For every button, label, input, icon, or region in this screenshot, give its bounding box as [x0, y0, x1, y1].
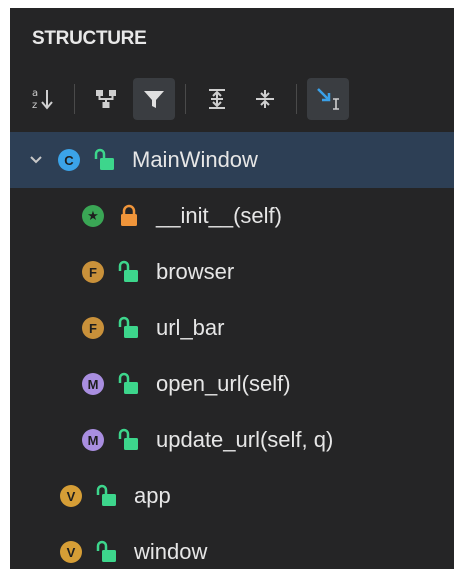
expand-all-button[interactable]: [196, 78, 238, 120]
tree-item[interactable]: Vapp: [10, 468, 454, 524]
tree-item-label: MainWindow: [132, 147, 258, 172]
tree-item-label: url_bar: [156, 315, 225, 340]
tree-item-label: update_url(self, q): [156, 427, 334, 452]
tree-item[interactable]: C MainWindow: [10, 132, 454, 188]
kind-badge-icon: V: [60, 541, 82, 563]
kind-badge-icon: F: [82, 317, 104, 339]
autoscroll-from-source-icon: [317, 88, 339, 110]
tree-item-label: app: [134, 483, 171, 508]
unlocked-icon: [118, 316, 138, 338]
kind-badge-icon: F: [82, 261, 104, 283]
tree-item-label: __init__(self): [156, 203, 282, 228]
panel-title-bar: STRUCTURE: [10, 8, 454, 70]
unlocked-icon: [118, 260, 138, 282]
unlocked-icon: [118, 428, 138, 450]
toolbar-separator: [296, 84, 297, 114]
unlocked-icon: [118, 372, 138, 394]
structure-tree: C MainWindow ★ __init__(self) Fbrowser Furl_b…: [10, 132, 454, 569]
tree-item-label: open_url(self): [156, 371, 291, 396]
tree-item-label: browser: [156, 259, 235, 284]
kind-badge-icon: ★: [82, 205, 104, 227]
kind-badge-icon: M: [82, 429, 104, 451]
tree-item[interactable]: Fbrowser: [10, 244, 454, 300]
kind-badge-icon: V: [60, 485, 82, 507]
tree-item-label: window: [134, 539, 208, 564]
unlocked-icon: [96, 540, 116, 562]
hierarchy-icon: [96, 90, 116, 108]
tree-item[interactable]: Mupdate_url(self, q): [10, 412, 454, 468]
expand-all-icon: [209, 89, 225, 109]
toolbar-separator: [185, 84, 186, 114]
tree-item[interactable]: Furl_bar: [10, 300, 454, 356]
svg-text:z: z: [32, 100, 37, 111]
tree-item[interactable]: Mopen_url(self): [10, 356, 454, 412]
structure-panel: STRUCTURE a z C MainWindow ★ __init__(se…: [10, 8, 454, 569]
autoscroll-button[interactable]: [307, 78, 349, 120]
sort-alphabetically-icon: a z: [32, 88, 53, 111]
unlocked-icon: [96, 484, 116, 506]
panel-title: STRUCTURE: [32, 28, 147, 49]
sort-alpha-button[interactable]: a z: [22, 78, 64, 120]
svg-text:a: a: [32, 88, 38, 99]
group-by-button[interactable]: [85, 78, 127, 120]
tree-item[interactable]: ★ __init__(self): [10, 188, 454, 244]
toolbar-separator: [74, 84, 75, 114]
lock-icon: [121, 204, 137, 226]
chevron-down-icon[interactable]: [26, 155, 46, 165]
kind-badge-icon: M: [82, 373, 104, 395]
tree-item[interactable]: Vwindow: [10, 524, 454, 569]
kind-badge-icon: C: [58, 149, 80, 171]
filter-icon: [144, 91, 164, 108]
collapse-all-icon: [256, 90, 274, 108]
unlocked-icon: [94, 148, 114, 170]
collapse-all-button[interactable]: [244, 78, 286, 120]
filter-button[interactable]: [133, 78, 175, 120]
structure-toolbar: a z: [10, 70, 454, 128]
